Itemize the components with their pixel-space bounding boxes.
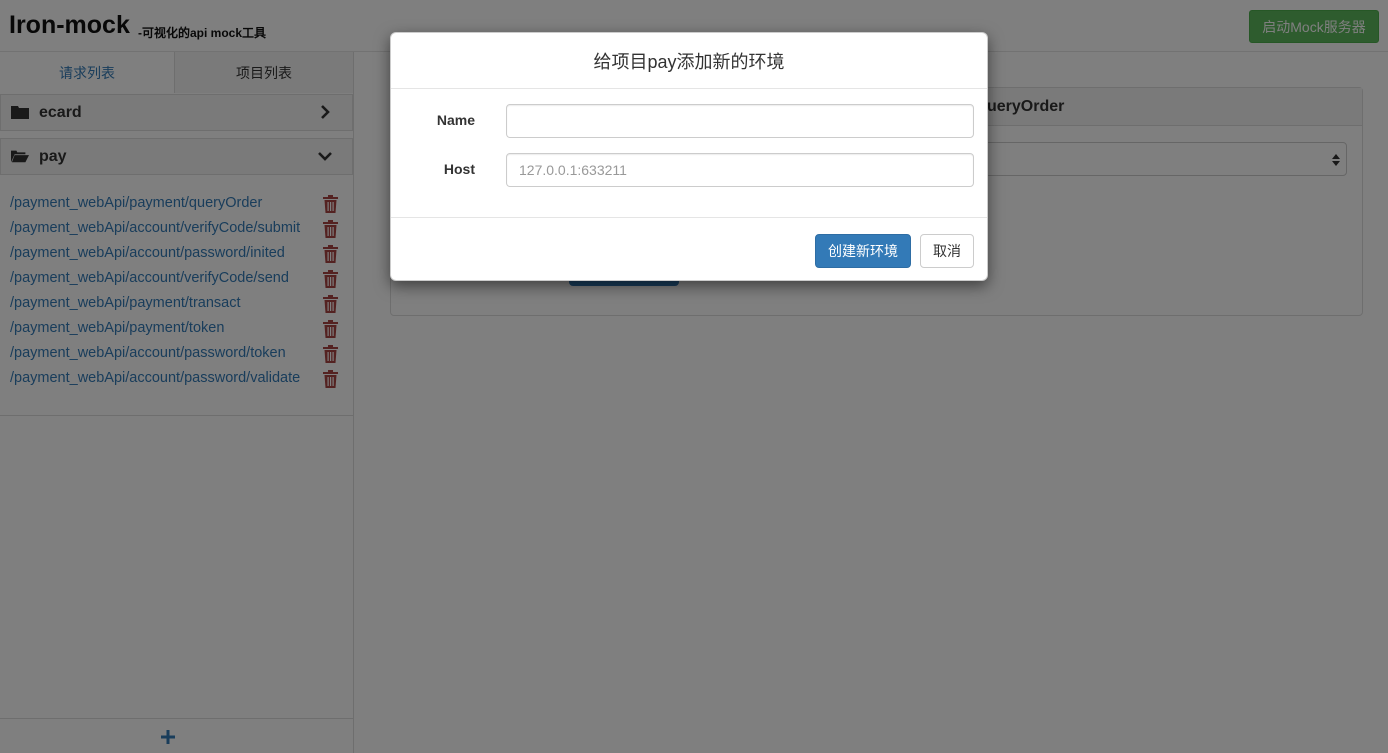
add-environment-modal: 给项目pay添加新的环境 Name Host 创建新环境 取消 [390, 32, 988, 281]
name-row: Name [391, 104, 987, 138]
name-label: Name [436, 112, 475, 128]
host-input[interactable] [506, 153, 974, 187]
modal-title: 给项目pay添加新的环境 [593, 51, 785, 72]
cancel-button[interactable]: 取消 [920, 234, 974, 268]
host-label: Host [443, 161, 475, 177]
modal-footer: 创建新环境 取消 [391, 217, 987, 281]
host-row: Host [391, 153, 987, 187]
modal-header: 给项目pay添加新的环境 [391, 33, 987, 89]
create-environment-button[interactable]: 创建新环境 [815, 234, 911, 268]
name-input[interactable] [506, 104, 974, 138]
